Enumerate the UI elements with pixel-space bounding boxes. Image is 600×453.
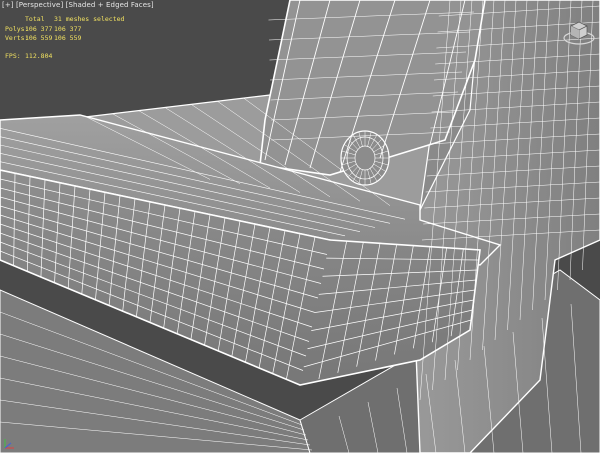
stats-header-label: Total bbox=[25, 15, 45, 23]
stats-header-row: Total 31 meshes selected bbox=[5, 15, 124, 25]
stats-label: Verts: bbox=[5, 34, 29, 42]
viewport-label-bar: [+] [Perspective] [Shaded + Edged Faces] bbox=[2, 1, 154, 9]
sofa-wireframe-scene[interactable] bbox=[0, 0, 600, 453]
viewport-menu-plus[interactable]: [+] bbox=[2, 1, 14, 9]
statistics-overlay: Total 31 meshes selected Polys: 106 377 … bbox=[5, 15, 124, 61]
stats-fps-row: FPS: 112.804 bbox=[5, 52, 124, 62]
viewport-menu-shading[interactable]: [Shaded + Edged Faces] bbox=[66, 1, 154, 9]
viewcube-icon[interactable] bbox=[562, 14, 596, 48]
stats-total: 106 377 bbox=[25, 24, 53, 33]
stats-label: Polys: bbox=[5, 24, 29, 33]
viewport[interactable]: [+] [Perspective] [Shaded + Edged Faces]… bbox=[0, 0, 600, 453]
axis-gizmo-icon bbox=[4, 439, 14, 449]
stats-selected: 106 559 bbox=[54, 34, 82, 42]
viewport-menu-view[interactable]: [Perspective] bbox=[16, 1, 63, 9]
fps-value: 112.804 bbox=[25, 51, 53, 60]
stats-header-value: 31 meshes selected bbox=[54, 15, 125, 23]
fps-label: FPS: bbox=[5, 51, 21, 60]
stats-polys-row: Polys: 106 377 106 377 bbox=[5, 25, 124, 35]
stats-total: 106 559 bbox=[25, 34, 53, 42]
stats-selected: 106 377 bbox=[54, 24, 82, 33]
stats-verts-row: Verts: 106 559 106 559 bbox=[5, 34, 124, 44]
